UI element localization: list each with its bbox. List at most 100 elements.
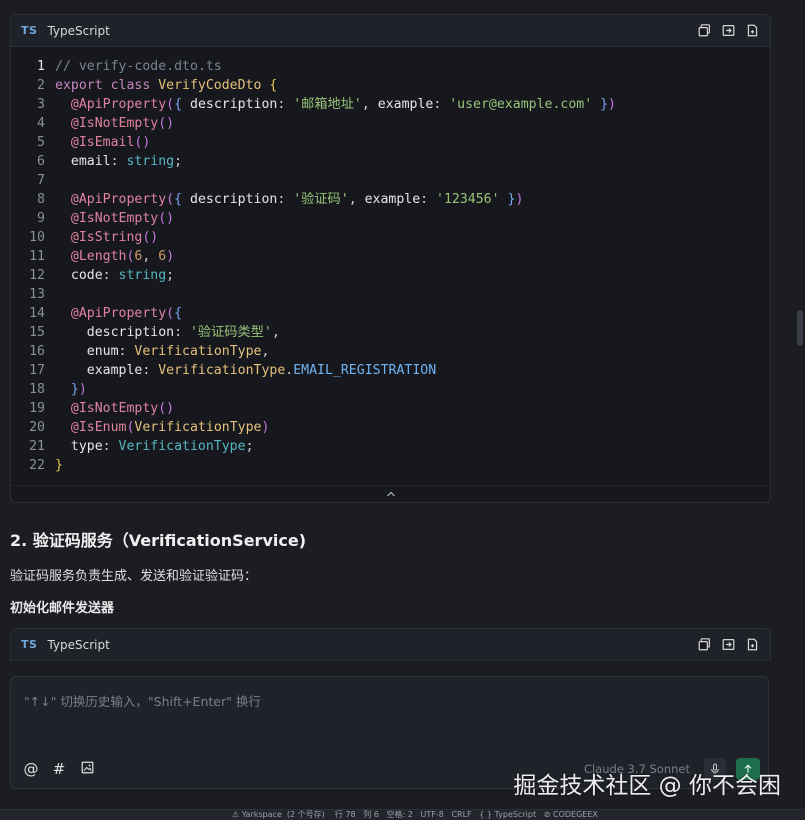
image-icon[interactable] (79, 760, 95, 778)
code-token: VerificationType (118, 439, 246, 454)
mention-button[interactable]: @ (23, 760, 39, 778)
line-code: type: VerificationType; (55, 437, 254, 456)
copy-icon[interactable] (696, 637, 712, 653)
line-number: 7 (37, 173, 45, 188)
code-token: '验证码类型' (189, 325, 272, 340)
code-token: @Length (55, 249, 127, 264)
code-token: example (377, 97, 434, 112)
code-token: 'user@example.com' (449, 97, 593, 112)
code-line: 13 (11, 285, 770, 304)
code-token: ( (166, 306, 175, 321)
line-code: } (55, 456, 63, 475)
code-token: enum (55, 344, 119, 359)
line-number: 4 (37, 116, 45, 131)
lang-badge: TS (21, 638, 38, 651)
code-token: } (499, 192, 516, 207)
code-token: , (348, 192, 365, 207)
line-number: 18 (29, 382, 45, 397)
line-number: 21 (29, 439, 45, 454)
line-code: code: string; (55, 266, 174, 285)
code-token: , (361, 97, 378, 112)
line-code: email: string; (55, 152, 182, 171)
code-token: } (55, 458, 63, 473)
copy-icon[interactable] (696, 23, 712, 39)
code-block-verify-dto: TS TypeScript 1 // verify-code.dto.ts 2 exp… (10, 14, 771, 503)
code-line: 14 @ApiProperty({ (11, 304, 770, 323)
line-code: @ApiProperty({ description: '验证码', examp… (55, 190, 524, 209)
section-subheading: 初始化邮件发送器 (10, 601, 115, 616)
code-token: @IsNotEmpty (55, 401, 159, 416)
code-token: } (55, 382, 79, 397)
code-line: 19 @IsNotEmpty() (11, 399, 770, 418)
line-code: enum: VerificationType, (55, 342, 270, 361)
code-token: ( (166, 97, 175, 112)
code-line: 2 export class VerifyCodeDto { (11, 76, 770, 95)
chevron-up-icon (386, 491, 395, 497)
code-token: description (190, 192, 278, 207)
code-token: () (158, 211, 175, 226)
line-number: 20 (29, 420, 45, 435)
code-line: 21 type: VerificationType; (11, 437, 770, 456)
code-line: 15 description: '验证码类型', (11, 323, 770, 342)
apply-file-icon[interactable] (744, 23, 760, 39)
hash-button[interactable]: # (51, 760, 67, 778)
insert-icon[interactable] (720, 637, 736, 653)
insert-icon[interactable] (720, 23, 736, 39)
line-number: 3 (37, 97, 45, 112)
line-code: example: VerificationType.EMAIL_REGISTRA… (55, 361, 436, 380)
code-token: : (433, 97, 450, 112)
code-line: 16 enum: VerificationType, (11, 342, 770, 361)
code-line: 20 @IsEnum(VerificationType) (11, 418, 770, 437)
code-token: @IsString (55, 230, 143, 245)
code-token: : (174, 325, 190, 340)
line-code: @IsEmail() (55, 133, 150, 152)
code-token: { (174, 306, 183, 321)
code-token: '验证码' (293, 192, 349, 207)
code-line: 9 @IsNotEmpty() (11, 209, 770, 228)
code-line: 5 @IsEmail() (11, 133, 770, 152)
code-line: 11 @Length(6, 6) (11, 247, 770, 266)
line-number: 13 (29, 287, 45, 302)
collapse-toggle[interactable] (11, 485, 770, 502)
code-token: () (142, 230, 159, 245)
line-number: 1 (37, 59, 45, 74)
code-token: @ApiProperty (55, 192, 167, 207)
code-token: () (134, 135, 151, 150)
code-content: 1 // verify-code.dto.ts 2 export class Veri… (11, 47, 770, 483)
code-token: ) (608, 97, 616, 112)
line-code: @ApiProperty({ description: '邮箱地址', exam… (55, 95, 616, 114)
code-token: () (158, 401, 175, 416)
code-token: string (118, 268, 167, 283)
code-token: { (174, 97, 190, 112)
code-token: , (271, 325, 280, 340)
code-line: 6 email: string; (11, 152, 770, 171)
line-code: }) (55, 380, 87, 399)
code-token: ; (166, 268, 175, 283)
line-number: 6 (37, 154, 45, 169)
line-number: 2 (37, 78, 45, 93)
code-token: : (277, 97, 294, 112)
code-line: 7 (11, 171, 770, 190)
line-number: 10 (29, 230, 45, 245)
code-token: '邮箱地址' (293, 97, 362, 112)
code-token: ) (78, 382, 87, 397)
code-actions (696, 637, 760, 653)
code-token: ) (261, 420, 270, 435)
code-block-mailer: TS TypeScript (10, 628, 771, 662)
watermark: 掘金技术社区 @ 你不会困 (513, 773, 781, 799)
code-token: : (420, 192, 437, 207)
code-token: string (126, 154, 175, 169)
code-token: VerificationType (134, 344, 262, 359)
code-token: @ApiProperty (55, 306, 167, 321)
line-number: 17 (29, 363, 45, 378)
code-token: ) (515, 192, 524, 207)
line-number: 15 (29, 325, 45, 340)
line-number: 8 (37, 192, 45, 207)
code-token: // verify-code.dto.ts (55, 59, 222, 74)
line-code: @ApiProperty({ (55, 304, 182, 323)
scrollbar-thumb[interactable] (797, 310, 803, 346)
code-token: email (55, 154, 111, 169)
section-heading: 2. 验证码服务（VerificationService) (10, 531, 307, 550)
apply-file-icon[interactable] (744, 637, 760, 653)
status-bar: ⚠ Yarkspace (2 个号存) 行 78 列 6 空格: 2 UTF-8… (0, 809, 805, 820)
